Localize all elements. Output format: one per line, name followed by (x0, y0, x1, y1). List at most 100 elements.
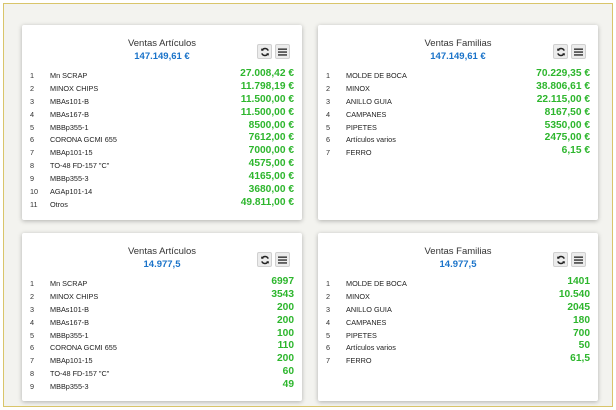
row-name: Otros (50, 199, 68, 209)
menu-button[interactable] (571, 44, 586, 59)
row-index: 9 (30, 174, 35, 184)
list-item: 7 FERRO 61,5 (326, 353, 590, 367)
row-value: 27.008,42 € (240, 68, 294, 79)
row-index: 7 (326, 356, 331, 366)
sync-button[interactable] (257, 44, 272, 59)
list-item: 6 Artículos varios 2475,00 € (326, 132, 590, 146)
menu-button[interactable] (571, 252, 586, 267)
ranking-list: 1 MOLDE DE BOCA 1401 2 MINOX 10.540 3 ANILLO … (326, 276, 590, 367)
row-value: 200 (277, 314, 294, 326)
sync-button[interactable] (257, 252, 272, 267)
row-value: 7000,00 € (248, 145, 294, 157)
row-value: 200 (277, 353, 294, 365)
row-name: MINOX CHIPS (50, 83, 99, 93)
row-index: 11 (30, 199, 38, 209)
row-index: 5 (30, 122, 35, 132)
row-name: MINOX (346, 83, 370, 93)
row-value: 5350,00 € (544, 119, 590, 131)
row-index: 9 (30, 382, 35, 392)
menu-button[interactable] (275, 44, 290, 59)
row-name: FERRO (346, 356, 372, 366)
row-name: MBBp355-1 (50, 122, 89, 132)
ranking-list: 1 Mn SCRAP 6997 2 MINOX CHIPS 3543 3 MBAs101-… (30, 276, 294, 393)
row-value: 100 (277, 327, 294, 339)
row-name: CORONA GCMI 655 (50, 343, 117, 353)
row-index: 7 (326, 148, 331, 158)
row-value: 7612,00 € (248, 132, 294, 144)
row-value: 22.115,00 € (536, 93, 590, 105)
row-value: 6997 (271, 276, 294, 287)
row-name: FERRO (346, 148, 372, 158)
sync-icon (260, 47, 270, 57)
list-item: 1 MOLDE DE BOCA 1401 (326, 276, 590, 290)
row-index: 4 (326, 109, 331, 119)
row-value: 38.806,61 € (536, 80, 590, 92)
menu-icon (574, 256, 583, 264)
row-index: 7 (30, 148, 35, 158)
list-item: 7 MBAp101-15 200 (30, 353, 294, 367)
row-name: CORONA GCMI 655 (50, 135, 117, 145)
row-index: 1 (30, 71, 35, 80)
row-value: 2045 (567, 301, 590, 313)
list-item: 6 Artículos varios 50 (326, 340, 590, 354)
sync-button[interactable] (553, 252, 568, 267)
list-item: 3 ANILLO GUIA 2045 (326, 301, 590, 316)
row-index: 2 (326, 83, 331, 93)
list-item: 8 TO-48 FD-157 "C" 60 (30, 366, 294, 380)
list-item: 2 MINOX CHIPS 3543 (30, 289, 294, 303)
row-value: 8500,00 € (248, 119, 294, 131)
row-index: 10 (30, 187, 39, 197)
row-index: 5 (326, 330, 331, 340)
list-item: 5 PIPETES 700 (326, 327, 590, 342)
row-value: 10.540 (558, 288, 590, 300)
row-name: MOLDE DE BOCA (346, 279, 407, 288)
row-index: 2 (30, 83, 35, 93)
ranking-list: 1 Mn SCRAP 27.008,42 € 2 MINOX CHIPS 11.798,… (30, 68, 294, 211)
row-value: 700 (573, 327, 590, 339)
sync-icon (556, 255, 566, 265)
row-name: ANILLO GUIA (346, 304, 392, 314)
row-name: MINOX CHIPS (50, 291, 99, 301)
row-value: 50 (578, 340, 590, 352)
list-item: 11 Otros 49.811,00 € (30, 196, 294, 211)
row-index: 8 (30, 161, 35, 171)
row-name: Artículos varios (346, 343, 396, 353)
row-index: 3 (326, 304, 331, 314)
row-value: 8167,50 € (544, 106, 590, 118)
panel-ventas-articulos-cantidad: Ventas Artículos 14.977,5 1 Mn SCRAP 6997 … (22, 233, 302, 401)
row-name: MOLDE DE BOCA (346, 71, 407, 80)
row-name: Mn SCRAP (50, 71, 88, 80)
row-name: CAMPANES (346, 317, 387, 327)
row-value: 3680,00 € (248, 184, 294, 196)
row-value: 60 (282, 366, 294, 378)
list-item: 3 MBAs101-B 200 (30, 302, 294, 316)
row-index: 6 (326, 343, 331, 353)
menu-button[interactable] (275, 252, 290, 267)
row-name: MBAs167-B (50, 317, 89, 327)
ranking-list: 1 MOLDE DE BOCA 70.229,35 € 2 MINOX 38.806,6… (326, 68, 590, 159)
row-value: 49.811,00 € (240, 196, 294, 208)
list-item: 2 MINOX 10.540 (326, 288, 590, 303)
panel-ventas-familias-importe: Ventas Familias 147.149,61 € 1 MOLDE DE B… (318, 25, 598, 220)
row-index: 1 (326, 279, 331, 288)
row-name: AGAp101-14 (50, 187, 93, 197)
row-value: 4575,00 € (248, 158, 294, 170)
row-name: MINOX (346, 291, 370, 301)
row-index: 6 (326, 135, 331, 145)
row-index: 4 (326, 317, 331, 327)
row-value: 49 (282, 379, 294, 391)
row-value: 11.798,19 € (240, 80, 294, 92)
row-name: Artículos varios (346, 135, 396, 145)
row-name: PIPETES (346, 122, 377, 132)
row-index: 3 (30, 304, 35, 314)
row-name: MBAp101-15 (50, 356, 93, 366)
row-name: CAMPANES (346, 109, 387, 119)
row-name: MBBp355-1 (50, 330, 89, 340)
row-index: 5 (30, 330, 35, 340)
list-item: 1 Mn SCRAP 6997 (30, 276, 294, 290)
panel-ventas-articulos-importe: Ventas Artículos 147.149,61 € 1 Mn SCRAP 2… (22, 25, 302, 220)
row-value: 11.500,00 € (240, 93, 294, 105)
sync-button[interactable] (553, 44, 568, 59)
sync-icon (260, 255, 270, 265)
row-value: 4165,00 € (248, 171, 294, 183)
